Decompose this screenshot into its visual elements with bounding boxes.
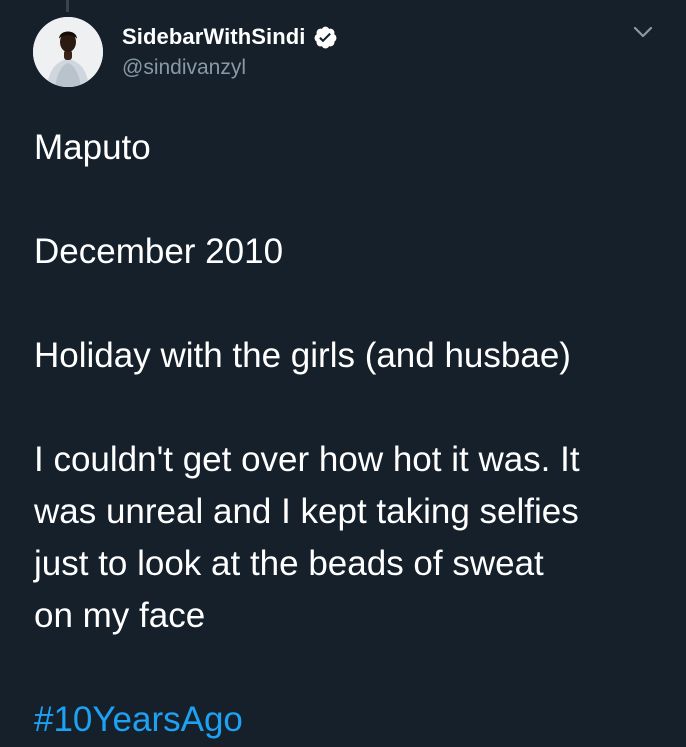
tweet-line: was unreal and I kept taking selfies [34, 492, 579, 531]
avatar[interactable] [33, 17, 103, 87]
hashtag-link[interactable]: #10YearsAgo [34, 700, 243, 739]
tweet-line: I couldn't get over how hot it was. It [34, 440, 580, 479]
tweet-line: Holiday with the girls (and husbae) [34, 336, 571, 375]
profile-photo-icon [33, 17, 103, 87]
display-name[interactable]: SidebarWithSindi [122, 24, 306, 50]
chevron-down-icon[interactable] [632, 24, 654, 40]
verified-badge-icon [313, 25, 338, 50]
tweet-line: December 2010 [34, 232, 284, 271]
thread-connector-line [66, 0, 69, 12]
author-handle[interactable]: @sindivanzyl [122, 56, 246, 80]
tweet-text: Maputo December 2010 Holiday with the gi… [34, 122, 664, 746]
tweet-line: on my face [34, 596, 206, 635]
tweet-line: just to look at the beads of sweat [34, 544, 544, 583]
author-name-row[interactable]: SidebarWithSindi [122, 22, 338, 52]
tweet-card: SidebarWithSindi @sindivanzyl Maputo Dec… [0, 0, 686, 747]
tweet-line: Maputo [34, 128, 151, 167]
